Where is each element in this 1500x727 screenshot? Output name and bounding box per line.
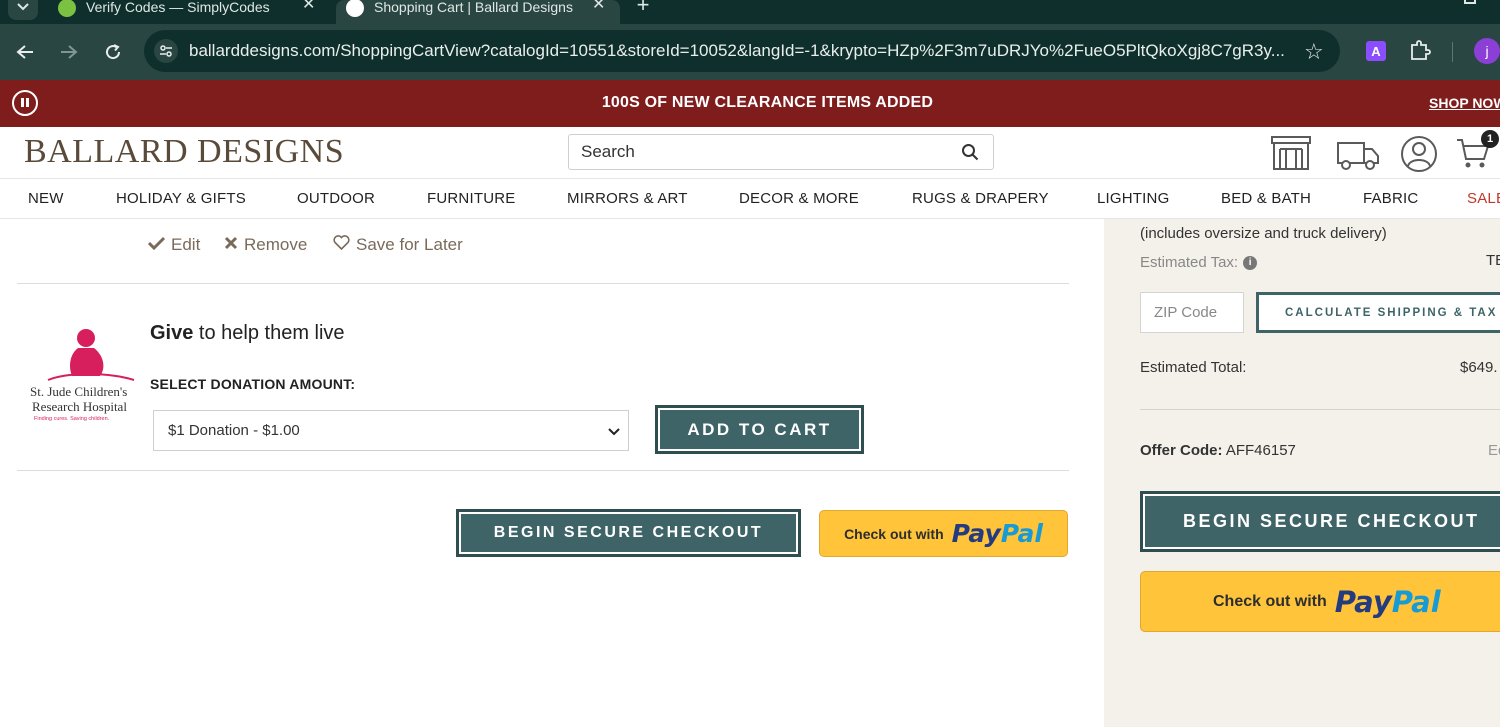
nav-item-new[interactable]: NEW [28, 190, 64, 207]
offer-code-edit-link[interactable]: Ed [1488, 442, 1500, 459]
delivery-truck-icon[interactable] [1336, 137, 1380, 176]
sidebar-begin-secure-checkout-button[interactable]: BEGIN SECURE CHECKOUT [1140, 491, 1500, 552]
browser-toolbar: ballarddesigns.com/ShoppingCartView?cata… [0, 24, 1500, 80]
nav-item-furniture[interactable]: FURNITURE [427, 190, 515, 207]
sidebar-paypal-checkout-button[interactable]: Check out with PayPal [1140, 571, 1500, 632]
st-jude-tagline: Finding cures. Saving children. [34, 416, 110, 422]
nav-item-sale[interactable]: SALE [1467, 190, 1500, 207]
cart-count-badge: 1 [1481, 130, 1499, 148]
chevron-down-icon [608, 423, 620, 440]
sidebar-begin-secure-checkout-label: BEGIN SECURE CHECKOUT [1145, 496, 1500, 547]
save-for-later-label: Save for Later [356, 235, 463, 254]
divider [17, 283, 1069, 284]
offer-code: Offer Code: AFF46157 [1140, 442, 1296, 459]
offer-code-label: Offer Code: [1140, 442, 1223, 459]
site-header: BALLARD DESIGNS 1 [0, 127, 1500, 179]
url-text[interactable]: ballarddesigns.com/ShoppingCartView?cata… [189, 41, 1285, 61]
begin-secure-checkout-label: BEGIN SECURE CHECKOUT [461, 514, 796, 552]
nav-item-mirrors-art[interactable]: MIRRORS & ART [567, 190, 688, 207]
extension-a-icon[interactable]: A [1366, 41, 1386, 61]
ballard-favicon-icon [346, 0, 364, 17]
calculate-shipping-tax-button[interactable]: CALCULATE SHIPPING & TAX [1256, 292, 1500, 333]
nav-item-holiday-gifts[interactable]: HOLIDAY & GIFTS [116, 190, 246, 207]
ballard-designs-logo[interactable]: BALLARD DESIGNS [24, 133, 344, 171]
paypal-checkout-button[interactable]: Check out with PayPal [819, 510, 1068, 557]
tab-close-icon[interactable]: ✕ [302, 0, 315, 14]
bookmark-star-icon[interactable]: ☆ [1304, 39, 1324, 65]
paypal-prefix: Check out with [844, 525, 944, 542]
begin-secure-checkout-button[interactable]: BEGIN SECURE CHECKOUT [456, 509, 801, 557]
forward-arrow-icon[interactable] [54, 37, 84, 67]
tab-title: Shopping Cart | Ballard Designs [374, 0, 573, 15]
select-donation-label: SELECT DONATION AMOUNT: [150, 376, 356, 392]
donation-amount-select[interactable]: $1 Donation - $1.00 [153, 410, 629, 451]
st-jude-name-line1: St. Jude Children's [30, 384, 128, 399]
window-restore-icon[interactable] [1464, 0, 1476, 4]
summary-divider [1140, 409, 1500, 410]
give-bold: Give [150, 322, 194, 344]
info-icon[interactable]: i [1243, 255, 1258, 270]
st-jude-child-icon [47, 329, 135, 381]
st-jude-name-line2: Research Hospital [32, 399, 127, 414]
sidebar-paypal-prefix: Check out with [1213, 592, 1327, 610]
shop-now-link[interactable]: SHOP NOW [1429, 95, 1500, 111]
donation-heading: Give to help them live [150, 322, 345, 345]
zip-code-input[interactable] [1140, 292, 1244, 333]
nav-item-decor-more[interactable]: DECOR & MORE [739, 190, 859, 207]
divider [17, 470, 1069, 471]
add-to-cart-button[interactable]: ADD TO CART [655, 405, 864, 454]
save-for-later-link[interactable]: Save for Later [333, 235, 463, 255]
paypal-logo: PayPal [951, 519, 1043, 548]
search-icon[interactable] [961, 143, 979, 166]
edit-link[interactable]: Edit [147, 235, 201, 255]
estimated-tax-value: TB [1486, 252, 1500, 269]
estimated-tax-label: Estimated Tax: i [1140, 254, 1258, 271]
st-jude-logo: St. Jude Children's Research Hospital Fi… [28, 326, 140, 426]
toolbar-divider [1452, 42, 1453, 62]
offer-code-value: AFF46157 [1225, 442, 1296, 459]
sidebar-paypal-logo: PayPal [1334, 584, 1441, 619]
tab-ballard-cart[interactable]: Shopping Cart | Ballard Designs ✕ [336, 0, 620, 24]
new-tab-button[interactable]: + [628, 0, 658, 20]
tab-close-icon[interactable]: ✕ [592, 0, 605, 14]
nav-item-fabric[interactable]: FABRIC [1363, 190, 1418, 207]
nav-item-outdoor[interactable]: OUTDOOR [297, 190, 375, 207]
back-arrow-icon[interactable] [10, 37, 40, 67]
nav-item-lighting[interactable]: LIGHTING [1097, 190, 1169, 207]
estimated-total-value: $649. [1460, 359, 1498, 376]
estimated-total-label: Estimated Total: [1140, 359, 1247, 376]
shipping-note: (includes oversize and truck delivery) [1140, 225, 1387, 242]
tab-search-chevron-icon[interactable] [8, 0, 38, 20]
simplycodes-favicon-icon [58, 0, 76, 17]
tab-simplycodes[interactable]: Verify Codes — SimplyCodes ✕ [50, 0, 330, 24]
search-box[interactable] [568, 134, 994, 170]
reload-icon[interactable] [98, 37, 128, 67]
remove-link[interactable]: Remove [224, 235, 307, 255]
account-icon[interactable] [1400, 135, 1438, 178]
give-rest: to help them live [193, 322, 345, 344]
main-nav: NEW HOLIDAY & GIFTS OUTDOOR FURNITURE MI… [0, 179, 1500, 219]
remove-label: Remove [244, 235, 308, 254]
browser-tab-bar: Verify Codes — SimplyCodes ✕ Shopping Ca… [0, 0, 1500, 24]
extensions-puzzle-icon[interactable] [1408, 38, 1432, 67]
store-icon[interactable] [1270, 135, 1312, 176]
heart-icon [333, 235, 350, 255]
address-bar[interactable]: ballarddesigns.com/ShoppingCartView?cata… [144, 30, 1340, 72]
promo-banner: 100S OF NEW CLEARANCE ITEMS ADDED SHOP N… [0, 80, 1500, 127]
donation-selected-value: $1 Donation - $1.00 [168, 422, 300, 439]
add-to-cart-label: ADD TO CART [660, 410, 859, 449]
promo-text[interactable]: 100S OF NEW CLEARANCE ITEMS ADDED [0, 94, 1500, 112]
nav-item-bed-bath[interactable]: BED & BATH [1221, 190, 1311, 207]
site-settings-icon[interactable] [154, 39, 178, 63]
nav-item-rugs-drapery[interactable]: RUGS & DRAPERY [912, 190, 1049, 207]
tab-title: Verify Codes — SimplyCodes [86, 0, 270, 15]
x-icon [224, 235, 238, 255]
profile-avatar[interactable]: j [1474, 38, 1500, 64]
search-input[interactable] [569, 135, 949, 169]
checkmark-icon [147, 235, 166, 255]
edit-label: Edit [171, 235, 201, 254]
